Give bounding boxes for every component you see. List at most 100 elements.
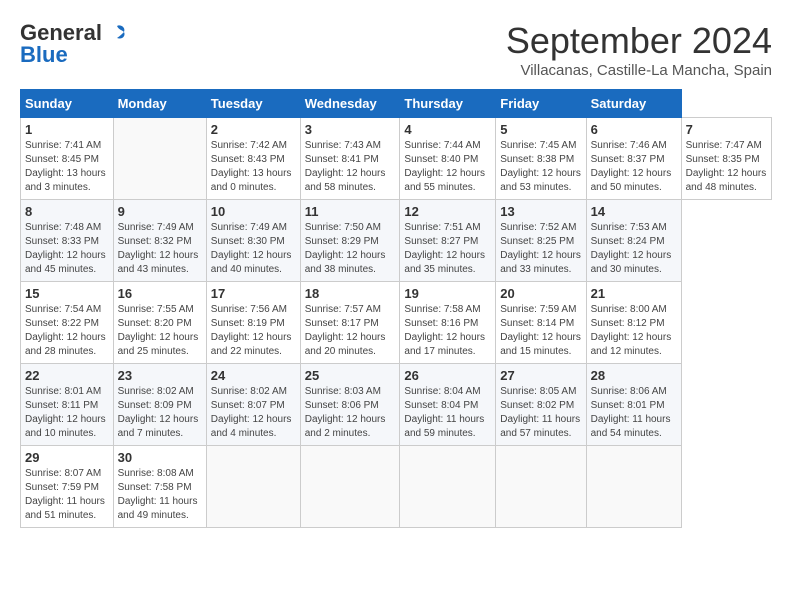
logo-blue: Blue [20, 42, 68, 68]
calendar-row: 1 Sunrise: 7:41 AMSunset: 8:45 PMDaylight… [21, 118, 772, 200]
day-number: 2 [211, 122, 296, 137]
calendar-cell [586, 446, 681, 528]
calendar-cell: 18 Sunrise: 7:57 AMSunset: 8:17 PMDayligh… [300, 282, 400, 364]
calendar-cell [400, 446, 496, 528]
calendar-row: 15 Sunrise: 7:54 AMSunset: 8:22 PMDayligh… [21, 282, 772, 364]
day-info: Sunrise: 7:54 AMSunset: 8:22 PMDaylight:… [25, 303, 109, 359]
calendar-row: 8Sunrise: 7:48 AMSunset: 8:33 PMDaylight… [21, 200, 772, 282]
day-number: 15 [25, 286, 109, 301]
header-wednesday: Wednesday [300, 90, 400, 118]
header-tuesday: Tuesday [206, 90, 300, 118]
day-number: 26 [404, 368, 491, 383]
day-number: 29 [25, 450, 109, 465]
calendar-cell: 7 Sunrise: 7:47 AMSunset: 8:35 PMDaylight… [681, 118, 771, 200]
day-info: Sunrise: 7:59 AMSunset: 8:14 PMDaylight:… [500, 303, 581, 359]
calendar-cell: 25 Sunrise: 8:03 AMSunset: 8:06 PMDayligh… [300, 364, 400, 446]
calendar-cell: 15 Sunrise: 7:54 AMSunset: 8:22 PMDayligh… [21, 282, 114, 364]
day-info: Sunrise: 7:42 AMSunset: 8:43 PMDaylight:… [211, 139, 296, 195]
day-number: 7 [686, 122, 767, 137]
day-info: Sunrise: 7:51 AMSunset: 8:27 PMDaylight:… [404, 221, 491, 277]
day-info: Sunrise: 7:49 AMSunset: 8:30 PMDaylight:… [211, 221, 296, 277]
calendar-cell [206, 446, 300, 528]
calendar-cell: 24 Sunrise: 8:02 AMSunset: 8:07 PMDayligh… [206, 364, 300, 446]
page-header: General Blue September 2024 Villacanas, … [20, 20, 772, 79]
day-info: Sunrise: 7:49 AMSunset: 8:32 PMDaylight:… [118, 221, 202, 277]
calendar-cell: 9 Sunrise: 7:49 AMSunset: 8:32 PMDaylight… [113, 200, 206, 282]
day-info: Sunrise: 8:01 AMSunset: 8:11 PMDaylight:… [25, 385, 109, 441]
location-subtitle: Villacanas, Castille-La Mancha, Spain [506, 62, 772, 79]
calendar-cell: 21 Sunrise: 8:00 AMSunset: 8:12 PMDayligh… [586, 282, 681, 364]
calendar-cell: 12 Sunrise: 7:51 AMSunset: 8:27 PMDayligh… [400, 200, 496, 282]
calendar-cell: 6Sunrise: 7:46 AMSunset: 8:37 PMDaylight… [586, 118, 681, 200]
day-info: Sunrise: 8:02 AMSunset: 8:07 PMDaylight:… [211, 385, 296, 441]
day-number: 14 [591, 204, 677, 219]
calendar-cell: 4 Sunrise: 7:44 AMSunset: 8:40 PMDaylight… [400, 118, 496, 200]
day-info: Sunrise: 7:57 AMSunset: 8:17 PMDaylight:… [305, 303, 396, 359]
day-number: 19 [404, 286, 491, 301]
day-info: Sunrise: 8:04 AMSunset: 8:04 PMDaylight:… [404, 385, 491, 441]
calendar-cell: 29 Sunrise: 8:07 AMSunset: 7:59 PMDayligh… [21, 446, 114, 528]
calendar-cell: 11 Sunrise: 7:50 AMSunset: 8:29 PMDayligh… [300, 200, 400, 282]
calendar-cell: 13 Sunrise: 7:52 AMSunset: 8:25 PMDayligh… [496, 200, 586, 282]
day-number: 9 [118, 204, 202, 219]
calendar-cell [496, 446, 586, 528]
calendar-cell: 10Sunrise: 7:49 AMSunset: 8:30 PMDayligh… [206, 200, 300, 282]
day-info: Sunrise: 8:08 AMSunset: 7:58 PMDaylight:… [118, 467, 202, 523]
day-info: Sunrise: 8:06 AMSunset: 8:01 PMDaylight:… [591, 385, 677, 441]
day-number: 23 [118, 368, 202, 383]
day-number: 20 [500, 286, 581, 301]
day-info: Sunrise: 7:48 AMSunset: 8:33 PMDaylight:… [25, 221, 109, 277]
day-number: 25 [305, 368, 396, 383]
header-sunday: Sunday [21, 90, 114, 118]
day-number: 13 [500, 204, 581, 219]
calendar-cell: 5 Sunrise: 7:45 AMSunset: 8:38 PMDaylight… [496, 118, 586, 200]
calendar-cell: 23Sunrise: 8:02 AMSunset: 8:09 PMDayligh… [113, 364, 206, 446]
day-number: 5 [500, 122, 581, 137]
calendar-cell: 26 Sunrise: 8:04 AMSunset: 8:04 PMDayligh… [400, 364, 496, 446]
month-title: September 2024 [506, 20, 772, 62]
calendar-row: 29 Sunrise: 8:07 AMSunset: 7:59 PMDayligh… [21, 446, 772, 528]
calendar-cell: 30Sunrise: 8:08 AMSunset: 7:58 PMDayligh… [113, 446, 206, 528]
day-number: 24 [211, 368, 296, 383]
day-number: 21 [591, 286, 677, 301]
header-row: SundayMondayTuesdayWednesdayThursdayFrid… [21, 90, 772, 118]
day-number: 18 [305, 286, 396, 301]
logo: General Blue [20, 20, 128, 68]
day-number: 1 [25, 122, 109, 137]
header-saturday: Saturday [586, 90, 681, 118]
header-monday: Monday [113, 90, 206, 118]
day-number: 27 [500, 368, 581, 383]
day-info: Sunrise: 8:05 AMSunset: 8:02 PMDaylight:… [500, 385, 581, 441]
day-info: Sunrise: 7:47 AMSunset: 8:35 PMDaylight:… [686, 139, 767, 195]
day-info: Sunrise: 8:00 AMSunset: 8:12 PMDaylight:… [591, 303, 677, 359]
day-number: 22 [25, 368, 109, 383]
calendar-cell: 14 Sunrise: 7:53 AMSunset: 8:24 PMDayligh… [586, 200, 681, 282]
header-friday: Friday [496, 90, 586, 118]
calendar-cell: 22 Sunrise: 8:01 AMSunset: 8:11 PMDayligh… [21, 364, 114, 446]
day-number: 12 [404, 204, 491, 219]
day-info: Sunrise: 7:58 AMSunset: 8:16 PMDaylight:… [404, 303, 491, 359]
day-info: Sunrise: 7:44 AMSunset: 8:40 PMDaylight:… [404, 139, 491, 195]
day-number: 17 [211, 286, 296, 301]
day-info: Sunrise: 7:41 AMSunset: 8:45 PMDaylight:… [25, 139, 109, 195]
calendar-cell: 1 Sunrise: 7:41 AMSunset: 8:45 PMDaylight… [21, 118, 114, 200]
day-info: Sunrise: 7:53 AMSunset: 8:24 PMDaylight:… [591, 221, 677, 277]
day-info: Sunrise: 7:50 AMSunset: 8:29 PMDaylight:… [305, 221, 396, 277]
day-info: Sunrise: 7:52 AMSunset: 8:25 PMDaylight:… [500, 221, 581, 277]
day-number: 11 [305, 204, 396, 219]
calendar-cell: 3Sunrise: 7:43 AMSunset: 8:41 PMDaylight… [300, 118, 400, 200]
day-number: 28 [591, 368, 677, 383]
logo-bird-icon [106, 22, 128, 44]
day-number: 16 [118, 286, 202, 301]
day-info: Sunrise: 7:45 AMSunset: 8:38 PMDaylight:… [500, 139, 581, 195]
calendar-cell: 27 Sunrise: 8:05 AMSunset: 8:02 PMDayligh… [496, 364, 586, 446]
calendar-cell: 8Sunrise: 7:48 AMSunset: 8:33 PMDaylight… [21, 200, 114, 282]
calendar-cell: 2 Sunrise: 7:42 AMSunset: 8:43 PMDaylight… [206, 118, 300, 200]
calendar-cell: 17Sunrise: 7:56 AMSunset: 8:19 PMDayligh… [206, 282, 300, 364]
day-number: 4 [404, 122, 491, 137]
day-info: Sunrise: 8:03 AMSunset: 8:06 PMDaylight:… [305, 385, 396, 441]
calendar-cell [300, 446, 400, 528]
day-info: Sunrise: 8:07 AMSunset: 7:59 PMDaylight:… [25, 467, 109, 523]
calendar-cell: 20 Sunrise: 7:59 AMSunset: 8:14 PMDayligh… [496, 282, 586, 364]
header-thursday: Thursday [400, 90, 496, 118]
